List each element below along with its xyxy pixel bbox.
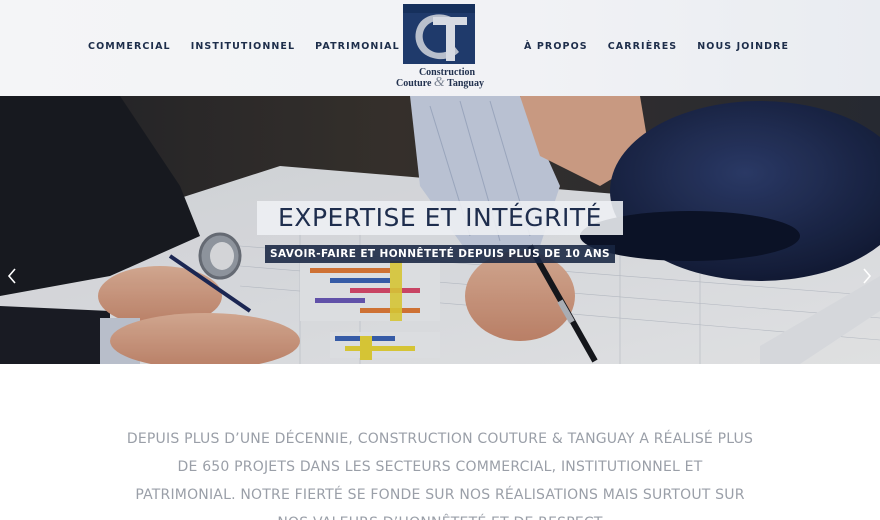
intro-line: NOS VALEURS D’HONNÊTETÉ ET DE RESPECT [110,509,770,520]
site-header: COMMERCIAL INSTITUTIONNEL PATRIMONIAL Co… [0,0,880,96]
nav-a-propos[interactable]: À PROPOS [524,41,588,52]
intro-text: DEPUIS PLUS D’UNE DÉCENNIE, CONSTRUCTION… [110,425,770,520]
company-logo[interactable]: Construction Couture & Tanguay [382,4,498,90]
chevron-right-icon [863,268,872,284]
logo-word-couture: Couture [396,78,434,89]
logo-emblem [403,4,475,64]
nav-nous-joindre[interactable]: NOUS JOINDRE [697,41,789,52]
logo-ampersand: & [433,75,445,90]
logo-line-2: Couture & Tanguay [382,75,498,90]
main-nav-left: COMMERCIAL INSTITUTIONNEL PATRIMONIAL [88,41,400,52]
intro-line: DE 650 PROJETS DANS LES SECTEURS COMMERC… [177,459,703,475]
intro-line: PATRIMONIAL. NOTRE FIERTÉ SE FONDE SUR N… [135,487,745,503]
nav-institutionnel[interactable]: INSTITUTIONNEL [191,41,295,52]
logo-wordmark: Construction Couture & Tanguay [382,68,498,90]
slider-next-button[interactable] [860,266,874,286]
nav-carrieres[interactable]: CARRIÈRES [608,41,678,52]
logo-word-tanguay: Tanguay [444,78,484,89]
chevron-left-icon [7,268,16,284]
hero-subtitle: SAVOIR-FAIRE ET HONNÊTETÉ DEPUIS PLUS DE… [265,245,615,263]
main-nav-right: À PROPOS CARRIÈRES NOUS JOINDRE [524,41,789,52]
slider-prev-button[interactable] [5,266,19,286]
hero-title: EXPERTISE ET INTÉGRITÉ [257,201,623,235]
intro-line: DEPUIS PLUS D’UNE DÉCENNIE, CONSTRUCTION… [126,431,754,447]
nav-commercial[interactable]: COMMERCIAL [88,41,171,52]
